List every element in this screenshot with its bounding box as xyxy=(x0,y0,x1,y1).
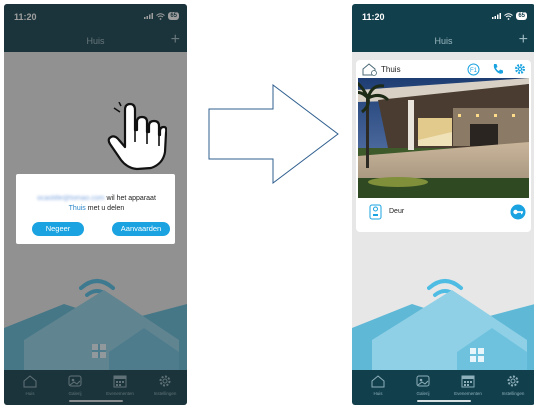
home-indicator xyxy=(416,400,471,402)
status-icons: 65 xyxy=(144,12,179,20)
tab-label: Huis xyxy=(373,391,383,396)
nav-bar: Huis + xyxy=(352,31,534,52)
tab-label: Evenementen xyxy=(106,391,134,396)
tab-bar: Huis Galerij Evenementen Instellingen xyxy=(352,370,534,405)
status-bar: 11:20 65 xyxy=(4,4,187,32)
gear-icon xyxy=(507,375,519,387)
battery-indicator: 65 xyxy=(168,12,179,20)
device-label: Deur xyxy=(389,208,405,215)
status-icons: 65 xyxy=(492,12,527,20)
wifi-status-icon xyxy=(504,12,514,20)
status-time: 11:20 xyxy=(362,12,385,22)
battery-indicator: 65 xyxy=(516,12,527,20)
tab-label: Instellingen xyxy=(153,391,177,396)
nav-bar: Huis + xyxy=(4,31,187,52)
house-illustration xyxy=(4,290,187,370)
hand-pointer-icon xyxy=(107,102,167,171)
share-invitation-dialog: ocastitle@tomao.com wil het apparaat Thu… xyxy=(16,174,175,244)
arrow-right-icon xyxy=(208,84,339,184)
tab-label: Instellingen xyxy=(501,391,525,396)
signal-icon xyxy=(492,13,502,19)
tab-label: Galerij xyxy=(68,391,82,396)
home-content: Thuis F1 Deur xyxy=(352,52,534,370)
gear-icon[interactable] xyxy=(514,63,526,75)
message-text: wil het apparaat xyxy=(106,195,156,202)
tab-instellingen[interactable]: Instellingen xyxy=(493,373,533,396)
signal-icon xyxy=(144,13,154,19)
status-time: 11:20 xyxy=(14,12,37,22)
message-end: met u delen xyxy=(87,205,125,212)
phone-icon[interactable] xyxy=(492,63,504,75)
tab-evenementen[interactable]: Evenementen xyxy=(448,373,488,396)
site-card[interactable]: Thuis F1 Deur xyxy=(356,60,531,232)
nav-title: Huis xyxy=(434,36,453,46)
calendar-icon xyxy=(461,375,475,388)
site-name: Thuis xyxy=(68,205,86,212)
key-icon[interactable] xyxy=(510,204,526,220)
tab-label: Huis xyxy=(25,391,35,396)
floor-badge[interactable]: F1 xyxy=(467,63,480,76)
gallery-icon xyxy=(416,375,430,387)
accept-button[interactable]: Aanvaarden xyxy=(112,222,170,236)
card-header: Thuis F1 xyxy=(356,60,531,78)
tab-evenementen[interactable]: Evenementen xyxy=(100,373,140,396)
tab-label: Evenementen xyxy=(454,391,482,396)
ignore-button[interactable]: Negeer xyxy=(32,222,84,236)
tab-galerij[interactable]: Galerij xyxy=(403,373,443,396)
device-row[interactable]: Deur xyxy=(356,200,531,224)
dialog-message: ocastitle@tomao.com wil het apparaat Thu… xyxy=(22,194,171,214)
house-illustration xyxy=(352,290,534,370)
tab-galerij[interactable]: Galerij xyxy=(55,373,95,396)
sender-email: ocastitle@tomao.com xyxy=(37,195,105,202)
nav-title: Huis xyxy=(86,36,105,46)
intercom-icon xyxy=(369,204,382,220)
home-icon xyxy=(23,375,37,388)
right-phone-screen: 11:20 65 Huis + Thuis F1 Deur Huis Galer… xyxy=(352,4,534,405)
add-icon[interactable]: + xyxy=(519,31,528,49)
wifi-status-icon xyxy=(156,12,166,20)
tab-label: Galerij xyxy=(416,391,430,396)
card-title: Thuis xyxy=(381,65,401,74)
tab-huis[interactable]: Huis xyxy=(358,373,398,396)
gear-icon xyxy=(159,375,171,387)
add-icon[interactable]: + xyxy=(171,31,180,49)
house-share-icon xyxy=(362,63,377,76)
gallery-icon xyxy=(68,375,82,387)
left-phone-screen: 11:20 65 Huis + Huis Galerij Evenementen… xyxy=(4,4,187,405)
home-icon xyxy=(371,375,385,388)
status-bar: 11:20 65 xyxy=(352,4,534,32)
tab-bar: Huis Galerij Evenementen Instellingen xyxy=(4,370,187,405)
tab-huis[interactable]: Huis xyxy=(10,373,50,396)
home-indicator xyxy=(68,400,123,402)
tab-instellingen[interactable]: Instellingen xyxy=(145,373,185,396)
calendar-icon xyxy=(113,375,127,388)
floor-badge-text: F1 xyxy=(470,68,478,74)
camera-snapshot[interactable] xyxy=(358,78,529,198)
